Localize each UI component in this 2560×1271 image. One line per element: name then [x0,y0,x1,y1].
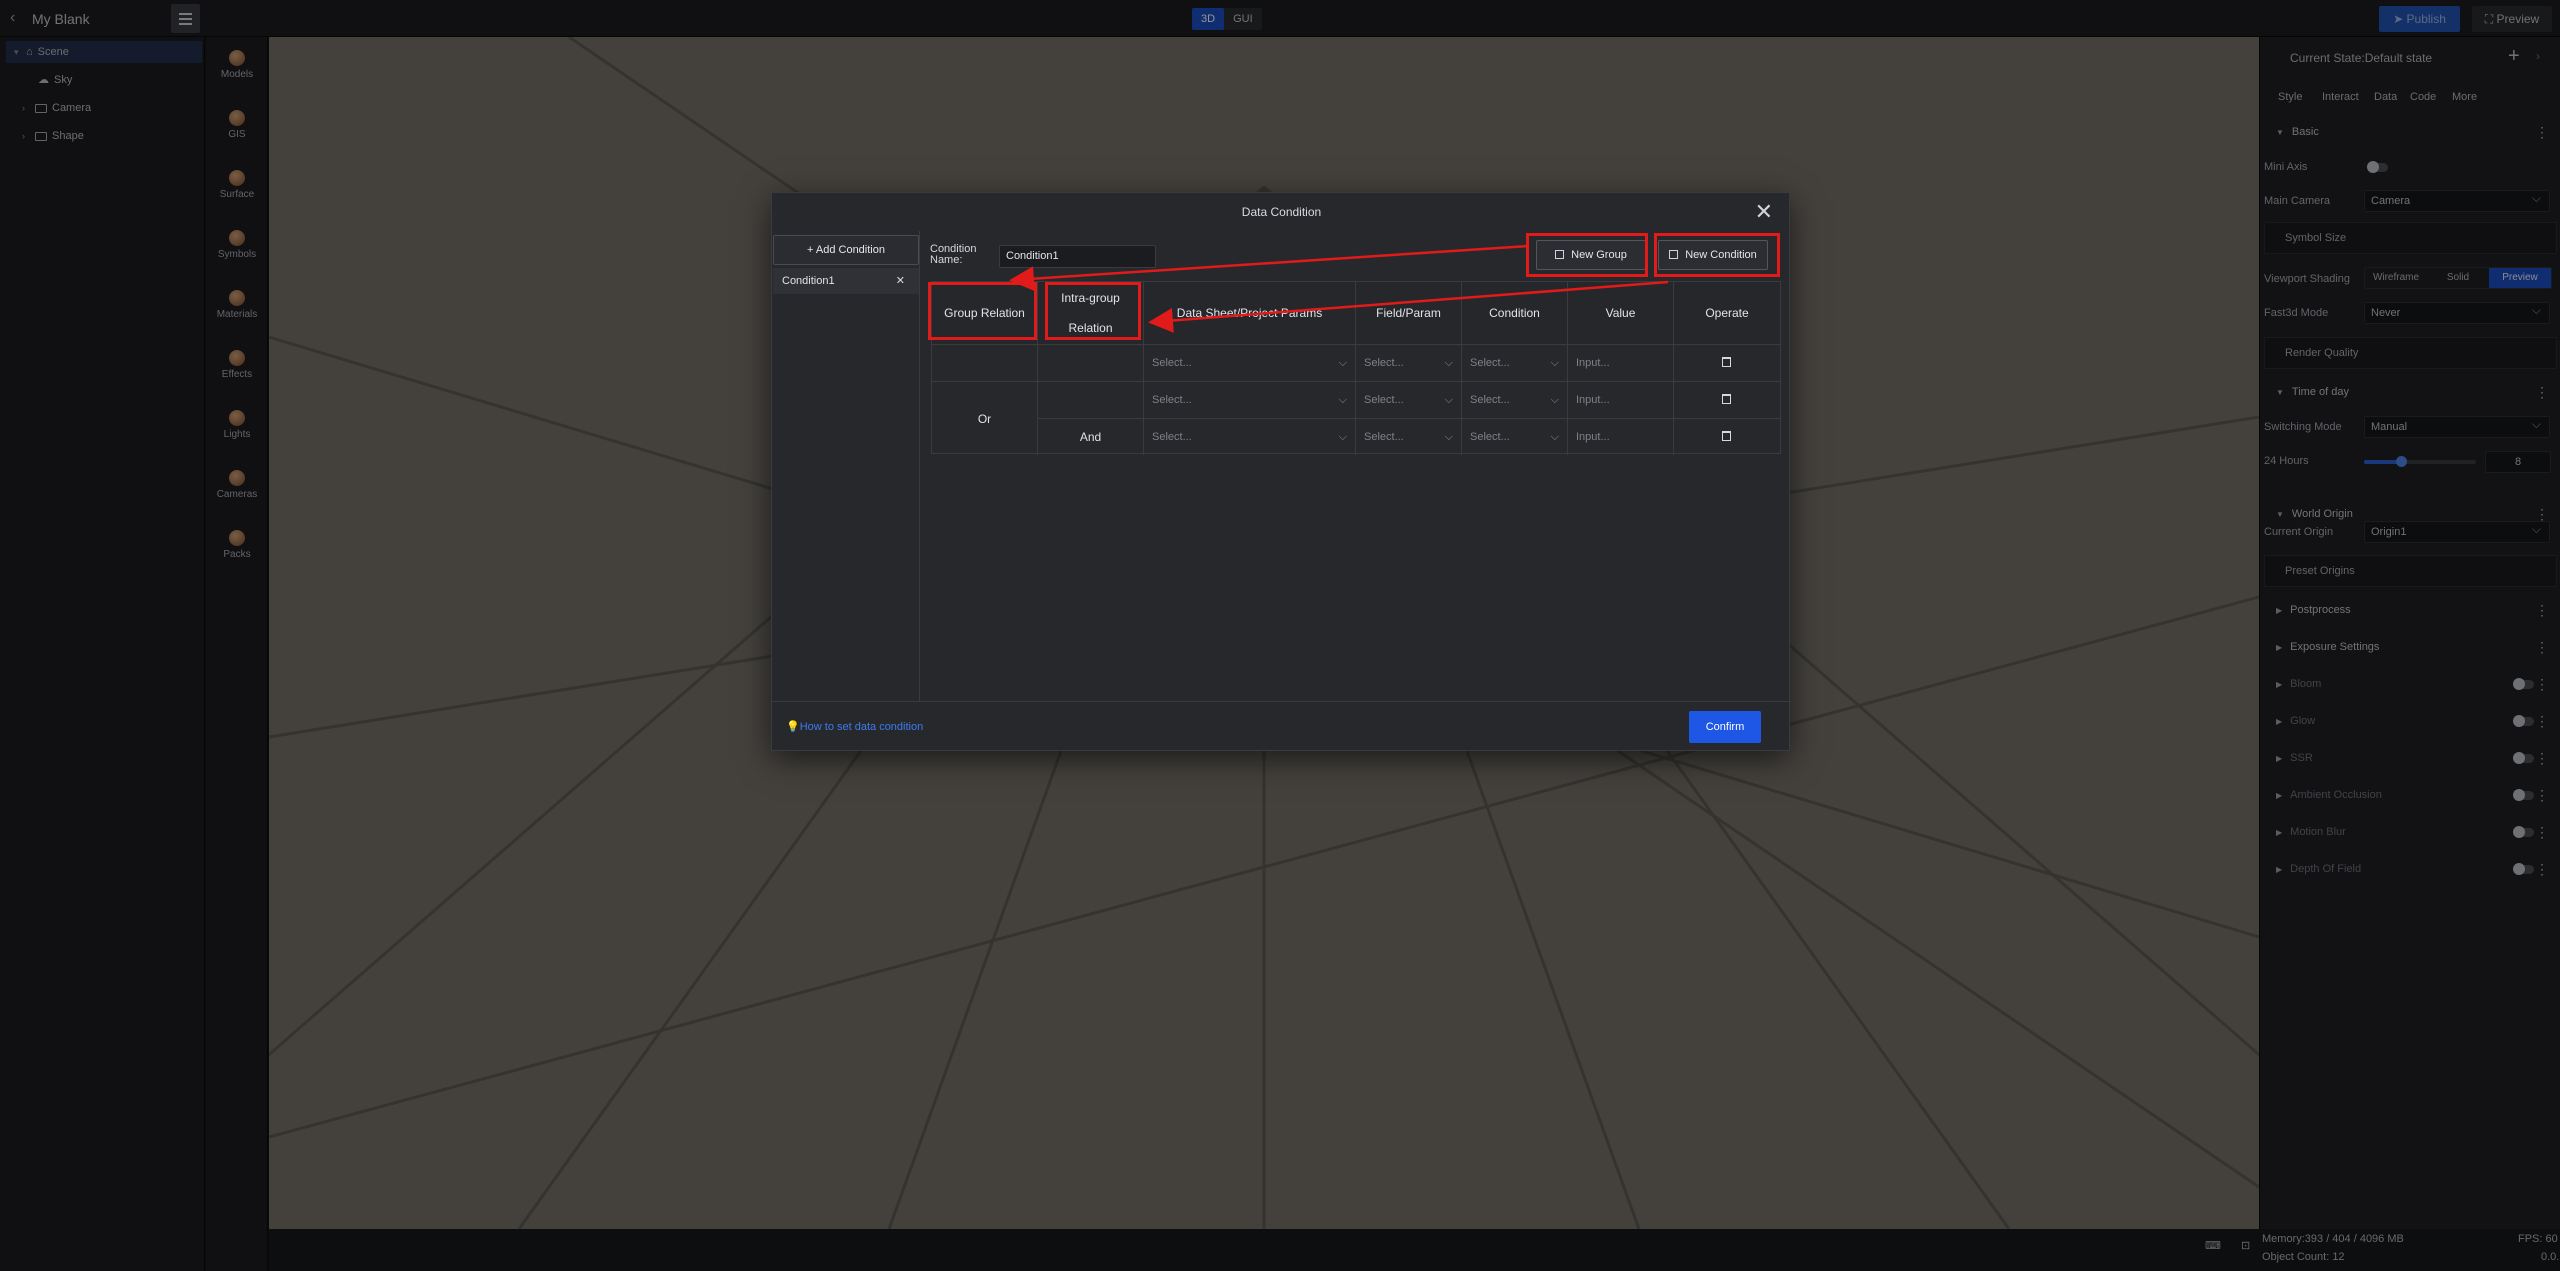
arrow-to-group-relation [1009,244,1529,292]
arrow-to-intra-group-relation [1148,280,1669,333]
annotation-arrows [1009,244,1669,333]
